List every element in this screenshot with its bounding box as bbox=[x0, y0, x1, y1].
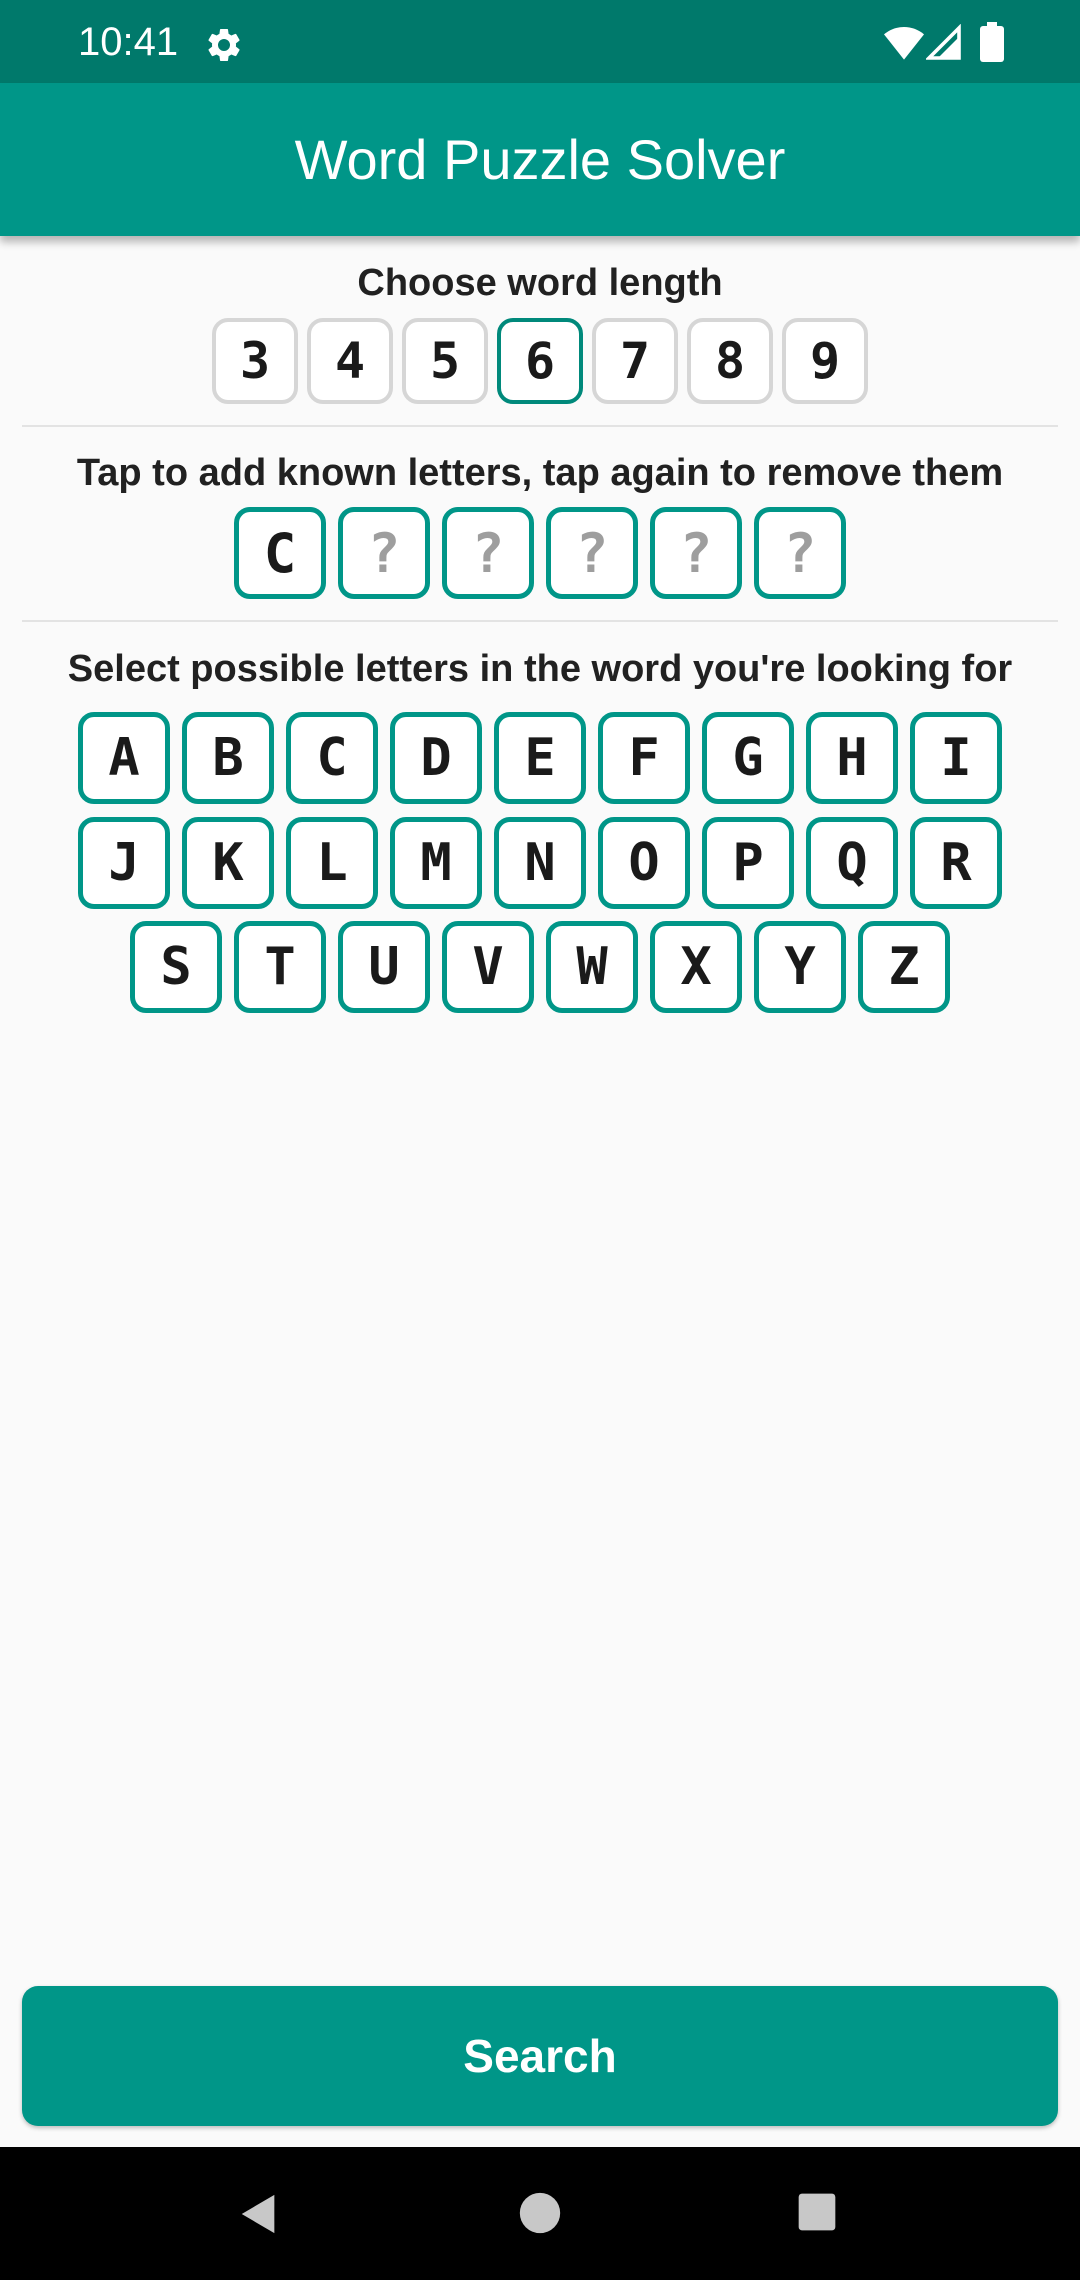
status-time: 10:41 bbox=[78, 20, 179, 64]
length-option-7[interactable]: 7 bbox=[592, 318, 678, 404]
letter-key-v[interactable]: V bbox=[442, 921, 534, 1013]
app-bar: Word Puzzle Solver bbox=[0, 83, 1080, 236]
length-option-5[interactable]: 5 bbox=[402, 318, 488, 404]
divider bbox=[22, 425, 1058, 427]
length-option-4[interactable]: 4 bbox=[307, 318, 393, 404]
letter-key-n[interactable]: N bbox=[494, 817, 586, 909]
letter-key-r[interactable]: R bbox=[910, 817, 1002, 909]
length-option-3[interactable]: 3 bbox=[212, 318, 298, 404]
letter-key-f[interactable]: F bbox=[598, 712, 690, 804]
letter-key-w[interactable]: W bbox=[546, 921, 638, 1013]
letter-key-c[interactable]: C bbox=[286, 712, 378, 804]
letter-row: ABCDEFGHI bbox=[0, 712, 1080, 804]
letter-key-i[interactable]: I bbox=[910, 712, 1002, 804]
letter-key-y[interactable]: Y bbox=[754, 921, 846, 1013]
divider bbox=[22, 620, 1058, 622]
known-letter-slot[interactable]: C bbox=[234, 507, 326, 599]
back-icon[interactable] bbox=[236, 2191, 282, 2237]
signal-icon bbox=[926, 24, 961, 60]
letter-key-o[interactable]: O bbox=[598, 817, 690, 909]
letter-key-e[interactable]: E bbox=[494, 712, 586, 804]
length-option-8[interactable]: 8 bbox=[687, 318, 773, 404]
letter-key-h[interactable]: H bbox=[806, 712, 898, 804]
word-length-label: Choose word length bbox=[357, 262, 723, 304]
letter-key-t[interactable]: T bbox=[234, 921, 326, 1013]
letter-key-d[interactable]: D bbox=[390, 712, 482, 804]
letter-key-p[interactable]: P bbox=[702, 817, 794, 909]
letter-key-m[interactable]: M bbox=[390, 817, 482, 909]
gear-icon bbox=[208, 28, 240, 61]
letter-key-k[interactable]: K bbox=[182, 817, 274, 909]
search-button[interactable]: Search bbox=[22, 1986, 1058, 2126]
home-icon[interactable] bbox=[518, 2191, 562, 2235]
letter-key-z[interactable]: Z bbox=[858, 921, 950, 1013]
length-option-6[interactable]: 6 bbox=[497, 318, 583, 404]
battery-icon bbox=[980, 22, 1004, 62]
letter-key-g[interactable]: G bbox=[702, 712, 794, 804]
app-title: Word Puzzle Solver bbox=[294, 128, 786, 191]
known-letter-slot[interactable]: ? bbox=[338, 507, 430, 599]
recents-icon[interactable] bbox=[797, 2192, 837, 2232]
letter-key-s[interactable]: S bbox=[130, 921, 222, 1013]
known-letter-slot[interactable]: ? bbox=[546, 507, 638, 599]
letter-row: JKLMNOPQR bbox=[0, 817, 1080, 909]
wifi-icon bbox=[884, 27, 924, 60]
letter-key-l[interactable]: L bbox=[286, 817, 378, 909]
navigation-bar bbox=[0, 2147, 1080, 2280]
known-letter-slot[interactable]: ? bbox=[442, 507, 534, 599]
status-bar: 10:41 bbox=[0, 0, 1080, 83]
known-letters-row: C????? bbox=[0, 507, 1080, 599]
letter-row: STUVWXYZ bbox=[0, 921, 1080, 1013]
word-length-selector: 3456789 bbox=[0, 318, 1080, 404]
known-letter-slot[interactable]: ? bbox=[650, 507, 742, 599]
letter-key-a[interactable]: A bbox=[78, 712, 170, 804]
letter-key-j[interactable]: J bbox=[78, 817, 170, 909]
letter-key-x[interactable]: X bbox=[650, 921, 742, 1013]
known-letters-label: Tap to add known letters, tap again to r… bbox=[76, 452, 1004, 494]
letter-key-u[interactable]: U bbox=[338, 921, 430, 1013]
possible-letters-label: Select possible letters in the word you'… bbox=[67, 648, 1013, 690]
letter-key-q[interactable]: Q bbox=[806, 817, 898, 909]
letter-key-b[interactable]: B bbox=[182, 712, 274, 804]
known-letter-slot[interactable]: ? bbox=[754, 507, 846, 599]
length-option-9[interactable]: 9 bbox=[782, 318, 868, 404]
